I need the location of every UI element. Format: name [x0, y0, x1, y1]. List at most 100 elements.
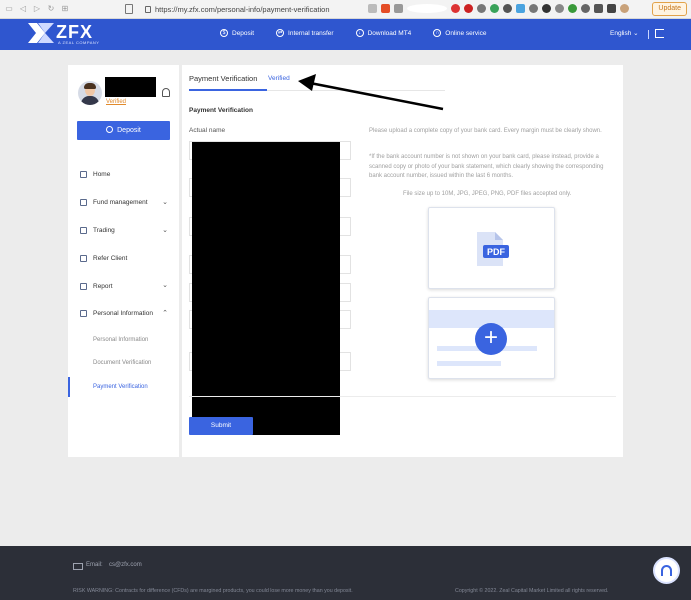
extension-icon[interactable] — [516, 4, 525, 13]
sidebar-item-refer-client[interactable]: Refer Client — [68, 244, 179, 272]
footer: Email: cs@zfx.com RISK WARNING: Contract… — [0, 546, 691, 600]
extension-icon[interactable] — [542, 4, 551, 13]
tab-payment-verification[interactable]: Payment Verification — [189, 74, 257, 83]
upload-hint-bank-statement: *If the bank account number is not shown… — [369, 154, 604, 179]
deposit-button[interactable]: Deposit — [77, 121, 170, 140]
email-label: Email: — [86, 562, 103, 568]
sidebar-item-personal-information[interactable]: Personal Information ⌃ — [68, 300, 179, 328]
actual-name-label: Actual name — [189, 127, 226, 134]
extension-icon[interactable] — [477, 4, 486, 13]
sidebar-item-trading[interactable]: Trading ⌄ — [68, 217, 179, 245]
extension-icon[interactable] — [581, 4, 590, 13]
forward-icon[interactable]: ▷ — [32, 4, 42, 14]
sidebar-subitem-payment-verification[interactable]: Payment Verification — [68, 375, 179, 399]
address-bar[interactable]: https://my.zfx.com/personal-info/payment… — [145, 3, 330, 16]
avatar[interactable] — [78, 81, 102, 105]
chevron-down-icon: ⌄ — [162, 282, 168, 290]
annotation-arrow — [298, 74, 444, 111]
status-badge: Verified — [268, 75, 290, 82]
logout-icon[interactable] — [655, 29, 664, 38]
sidebar-item-report[interactable]: Report ⌄ — [68, 272, 179, 300]
extension-icon[interactable] — [607, 4, 616, 13]
extension-icon[interactable] — [555, 4, 564, 13]
puzzle-icon[interactable] — [594, 4, 603, 13]
profile-icon[interactable] — [620, 4, 629, 13]
gear-icon — [80, 310, 87, 318]
dollar-circle-icon — [106, 126, 114, 133]
lock-icon — [145, 6, 151, 13]
upload-hint: Please upload a complete copy of your ba… — [369, 128, 602, 134]
sidebar-menu: Home Fund management ⌄ Trading ⌄ Refer C… — [68, 161, 179, 398]
sidebar-subitem-document-verification[interactable]: Document Verification — [68, 351, 179, 375]
extension-icon[interactable] — [568, 4, 577, 13]
top-nav: $ Deposit ⇄ Internal transfer ↓ Download… — [220, 29, 508, 37]
support-chat-button[interactable] — [653, 557, 680, 584]
sidebar-item-fund-management[interactable]: Fund management ⌄ — [68, 189, 179, 217]
submit-button[interactable]: Submit — [189, 417, 253, 435]
header-divider — [648, 30, 649, 39]
update-button[interactable]: Update — [652, 2, 687, 16]
url-text[interactable]: https://my.zfx.com/personal-info/payment… — [155, 5, 330, 14]
extension-icon[interactable] — [490, 4, 499, 13]
extension-icon[interactable] — [503, 4, 512, 13]
transfer-icon: ⇄ — [276, 29, 285, 37]
verified-link[interactable]: Verified — [106, 99, 126, 105]
nav-online-service[interactable]: ∩ Online service — [433, 29, 486, 37]
divider — [189, 396, 616, 397]
dollar-circle-icon: $ — [220, 29, 228, 37]
pdf-label: PDF — [487, 247, 506, 257]
extension-icon[interactable] — [451, 4, 460, 13]
bookmark-icon[interactable] — [125, 4, 133, 14]
nav-deposit[interactable]: $ Deposit — [220, 29, 254, 37]
upload-file-card[interactable]: + — [428, 297, 555, 379]
download-icon: ↓ — [355, 29, 364, 37]
key-icon[interactable] — [368, 4, 377, 13]
spacer — [407, 4, 447, 13]
sidebar: Verified Deposit Home Fund management ⌄ … — [68, 65, 179, 457]
reload-icon[interactable]: ↻ — [46, 4, 56, 14]
browser-toolbar: ▭ ◁ ▷ ↻ ⊞ https://my.zfx.com/personal-in… — [0, 0, 691, 19]
pdf-file-icon: PDF — [477, 232, 509, 266]
sidebar-subitem-personal-information[interactable]: Personal Information — [68, 328, 179, 352]
mail-icon — [73, 563, 83, 570]
trading-icon — [80, 226, 87, 234]
headset-icon — [661, 565, 672, 576]
copyright: Copyright © 2022. Zeal Capital Market Li… — [455, 588, 609, 594]
bell-icon[interactable] — [162, 88, 170, 97]
file-types-note: File size up to 10M, JPG, JPEG, PNG, PDF… — [403, 191, 572, 197]
back-icon[interactable]: ◁ — [18, 4, 28, 14]
alert-icon[interactable] — [394, 4, 403, 13]
home-icon — [80, 171, 87, 179]
redacted-username — [105, 77, 156, 97]
chevron-down-icon: ⌄ — [162, 226, 168, 234]
sidebar-toggle-icon[interactable]: ▭ — [4, 4, 14, 14]
wallet-icon — [80, 199, 87, 207]
grid-icon[interactable]: ⊞ — [60, 4, 70, 14]
extension-icon[interactable] — [464, 4, 473, 13]
chevron-down-icon: ⌄ — [162, 198, 168, 206]
user-icon — [80, 254, 87, 262]
plus-icon[interactable]: + — [475, 323, 507, 355]
chevron-up-icon: ⌃ — [162, 309, 168, 317]
extensions-row — [368, 4, 633, 13]
logo-subtitle: A ZEAL COMPANY — [58, 40, 100, 45]
nav-download-mt4[interactable]: ↓ Download MT4 — [355, 29, 411, 37]
headset-icon: ∩ — [433, 29, 442, 37]
nav-internal-transfer[interactable]: ⇄ Internal transfer — [276, 29, 334, 37]
risk-warning: RISK WARNING: Contracts for difference (… — [73, 588, 353, 594]
extension-icon[interactable] — [529, 4, 538, 13]
zfx-logo[interactable]: ZFX A ZEAL COMPANY — [28, 22, 100, 47]
logo-mark-icon — [28, 23, 54, 43]
section-title: Payment Verification — [189, 107, 253, 114]
redacted-form-area — [192, 142, 340, 435]
chevron-down-icon: ⌄ — [633, 30, 639, 37]
sidebar-item-home[interactable]: Home — [68, 161, 179, 189]
uploaded-pdf-card[interactable]: PDF — [428, 207, 555, 289]
language-selector[interactable]: English ⌄ — [610, 29, 639, 37]
email-link[interactable]: cs@zfx.com — [109, 562, 142, 568]
report-icon — [80, 282, 87, 290]
site-header: ZFX A ZEAL COMPANY $ Deposit ⇄ Internal … — [0, 19, 691, 50]
brave-shield-icon[interactable] — [381, 4, 390, 13]
tab-active-underline — [189, 89, 267, 91]
main-panel: Payment Verification Verified Payment Ve… — [182, 65, 623, 457]
